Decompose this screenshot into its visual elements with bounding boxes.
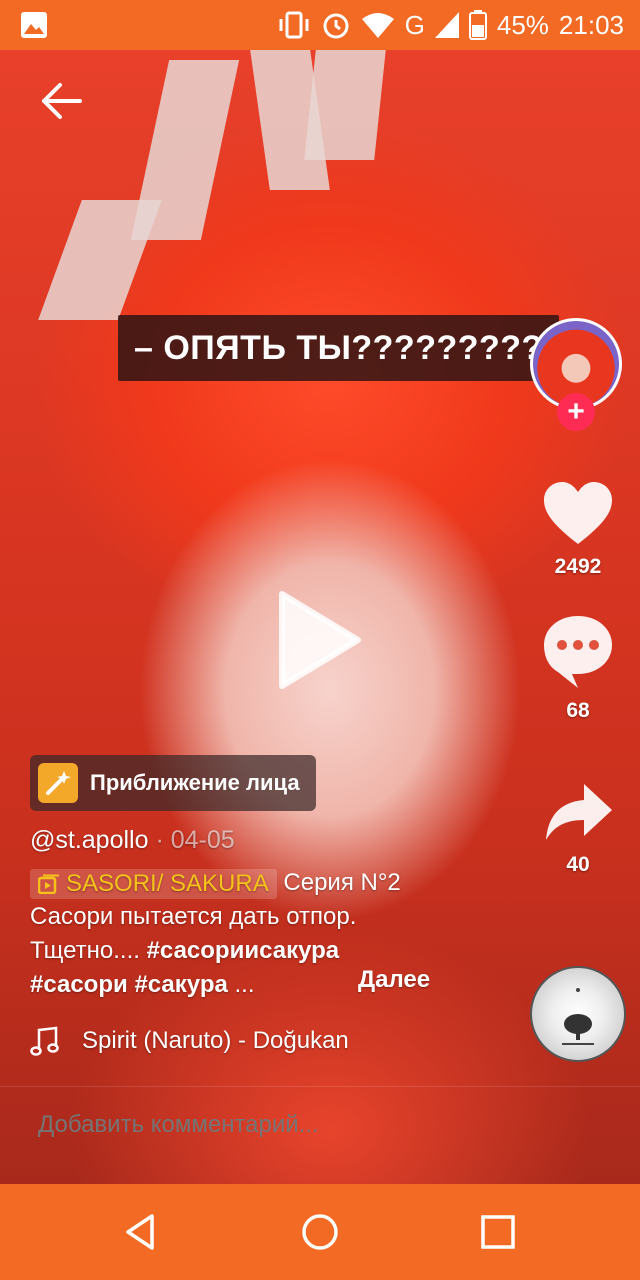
share-count: 40 [566,853,590,876]
tree-icon [562,988,594,1045]
more-link[interactable]: Далее [358,966,430,994]
music-note-icon [30,1026,59,1056]
music-title: Spirit (Naruto) - Doğukan [82,1027,349,1054]
separator: · [148,826,171,854]
comment-bubble-icon [544,616,612,688]
description-ellipsis: ... [227,971,255,998]
wifi-icon [361,13,394,38]
image-icon [21,12,47,38]
series-label: Серия N°2 [276,869,401,896]
status-icons: G 45% 21:03 [277,0,624,50]
background-shelf [304,50,386,160]
heart-icon [544,482,612,544]
effect-label: Приближение лица [90,770,300,795]
square-recents-icon [481,1215,515,1249]
description-line2: Тщетно.... [30,937,147,964]
playlist-tag[interactable]: SASORI/ SAKURA [30,868,277,899]
hashtag-link[interactable]: #сасори [30,971,128,998]
music-info[interactable]: Spirit (Naruto) - Doğukan [30,1026,349,1056]
post-date: 04-05 [170,826,235,854]
share-button[interactable]: 40 [536,782,620,877]
network-type: G [404,9,425,40]
like-button[interactable]: 2492 [536,480,620,579]
status-bar: G 45% 21:03 [0,0,640,50]
comment-count: 68 [566,699,590,722]
navigation-bar [0,1184,640,1280]
battery-icon [468,10,487,40]
music-disc[interactable] [530,966,626,1062]
play-icon[interactable] [278,590,362,690]
vibrate-icon [279,11,309,39]
share-arrow-icon [546,784,612,840]
effect-tag[interactable]: Приближение лица [30,755,316,811]
alarm-icon [323,13,349,39]
video-caption: – ОПЯТЬ ТЫ????????? [118,315,559,381]
magic-wand-icon [38,763,78,803]
nav-back-button[interactable] [114,1204,170,1260]
back-arrow-icon[interactable] [36,76,86,126]
triangle-back-icon [126,1214,154,1250]
username-line: @st.apollo · 04-05 [30,826,235,855]
hashtag-link[interactable]: #сакура [134,971,227,998]
playlist-name: SASORI/ SAKURA [66,869,269,897]
nav-recents-button[interactable] [470,1204,526,1260]
hashtag-link[interactable]: #сасориисакура [147,937,340,964]
comment-button[interactable]: 68 [536,614,620,723]
like-count: 2492 [554,555,602,578]
battery-percent: 45% [496,9,549,40]
signal-icon [434,12,459,38]
clock: 21:03 [558,9,624,40]
description-line1: Сасори пытается дать отпор. [30,903,357,930]
nav-home-button[interactable] [292,1204,348,1260]
playlist-icon [38,874,59,894]
follow-button[interactable]: + [557,393,595,431]
comment-input[interactable] [36,1110,600,1140]
username[interactable]: @st.apollo [30,826,149,854]
plus-icon: + [567,395,585,428]
circle-home-icon [302,1214,338,1250]
background-shelf [38,200,162,320]
